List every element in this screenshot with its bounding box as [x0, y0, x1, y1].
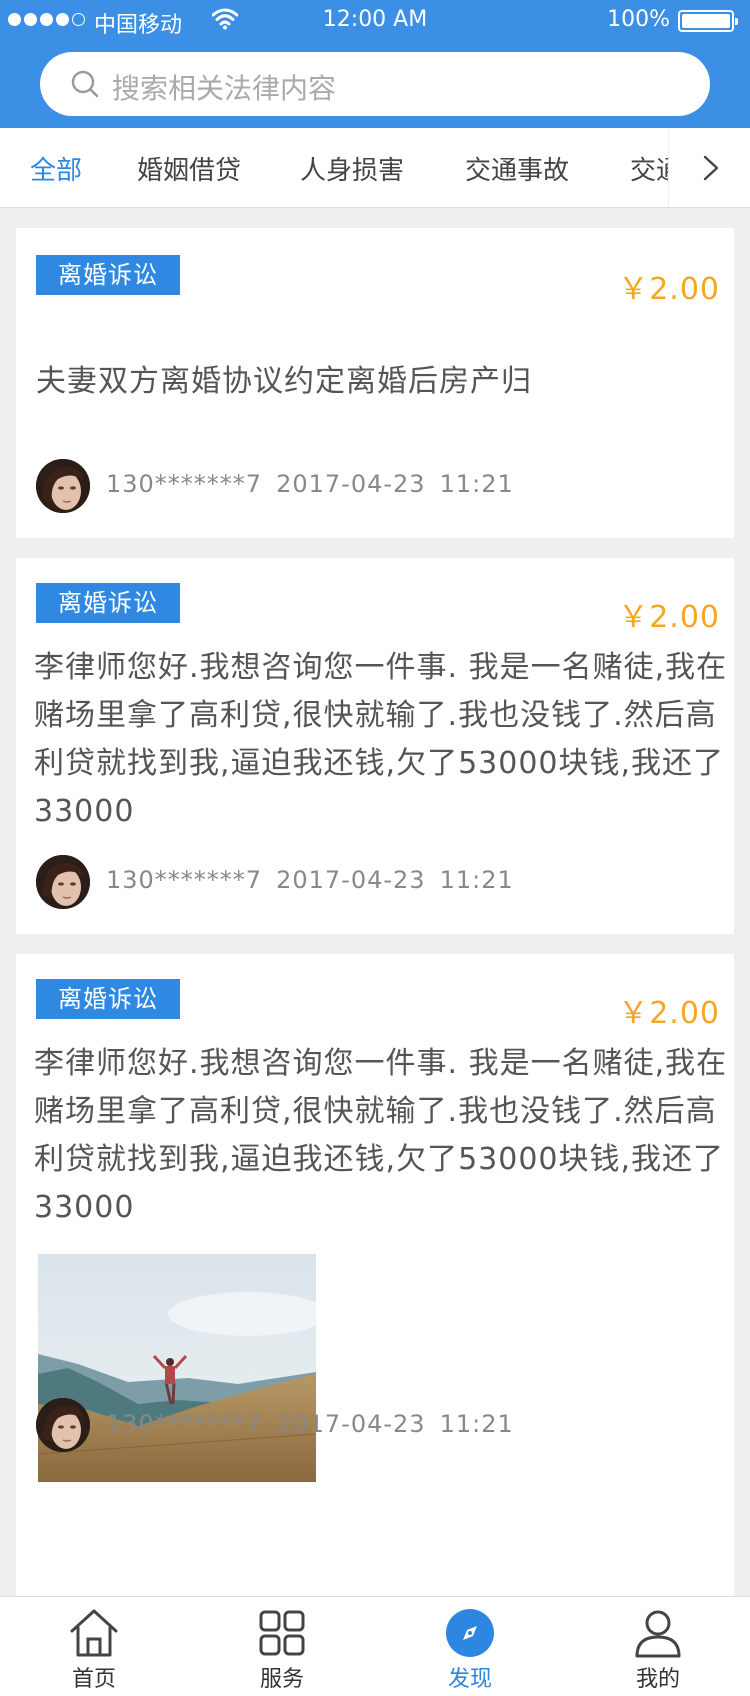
post-meta: 130*******7 2017-04-23 11:21 — [106, 1410, 528, 1438]
user-id: 130*******7 — [106, 866, 263, 894]
post-date: 2017-04-23 — [276, 1410, 426, 1438]
nav-discover[interactable]: 发现 — [376, 1597, 564, 1696]
header: 中国移动 12:00 AM 100% 搜索相关法律内容 — [0, 0, 750, 128]
post-text: 李律师您好.我想咨询您一件事. 我是一名赌徒,我在赌场里拿了高利贷,很快就输了.… — [34, 650, 728, 829]
search-icon — [71, 70, 99, 98]
nav-label: 服务 — [259, 1667, 304, 1692]
battery-icon — [678, 10, 738, 32]
post-time: 11:21 — [439, 866, 514, 894]
nav-label: 首页 — [71, 1667, 116, 1692]
post-meta: 130*******7 2017-04-23 11:21 — [106, 866, 528, 894]
tab-all[interactable]: 全部 — [30, 150, 82, 187]
chevron-right-icon[interactable] — [700, 154, 722, 182]
price-label: ￥2.00 — [618, 996, 720, 1031]
post-date: 2017-04-23 — [276, 866, 426, 894]
status-bar: 中国移动 12:00 AM 100% — [0, 0, 750, 40]
post-time: 11:21 — [439, 1410, 514, 1438]
post-text: 夫妻双方离婚协议约定离婚后房产归 — [36, 364, 532, 399]
search-input[interactable]: 搜索相关法律内容 — [40, 52, 710, 116]
user-icon — [635, 1610, 681, 1658]
category-tabs: 全部 婚姻借贷 人身损害 交通事故 交通 — [0, 128, 750, 208]
nav-label: 我的 — [635, 1667, 680, 1692]
home-icon — [70, 1609, 118, 1657]
nav-label: 发现 — [447, 1667, 492, 1692]
post-card[interactable]: 离婚诉讼 ￥2.00 李律师您好.我想咨询您一件事. 我是一名赌徒,我在赌场里拿… — [16, 558, 734, 934]
nav-home[interactable]: 首页 — [0, 1597, 188, 1696]
user-id: 130*******7 — [106, 1410, 263, 1438]
post-meta: 130*******7 2017-04-23 11:21 — [106, 470, 528, 498]
compass-icon — [446, 1609, 494, 1657]
post-time: 11:21 — [439, 470, 514, 498]
category-tag: 离婚诉讼 — [36, 583, 180, 623]
tab-traffic-accident[interactable]: 交通事故 — [465, 150, 569, 187]
tab-personal-injury[interactable]: 人身损害 — [300, 150, 404, 187]
post-date: 2017-04-23 — [276, 470, 426, 498]
post-card[interactable]: 离婚诉讼 ￥2.00 夫妻双方离婚协议约定离婚后房产归 130*******7 2… — [16, 228, 734, 538]
battery-percent: 100% — [607, 7, 670, 32]
bottom-nav: 首页 服务 发现 我的 — [0, 1596, 750, 1696]
avatar — [36, 855, 90, 909]
price-label: ￥2.00 — [618, 272, 720, 307]
avatar — [36, 459, 90, 513]
category-tag: 离婚诉讼 — [36, 255, 180, 295]
tab-marriage-loan[interactable]: 婚姻借贷 — [137, 150, 241, 187]
price-label: ￥2.00 — [618, 600, 720, 635]
post-photo[interactable] — [38, 1254, 316, 1482]
user-id: 130*******7 — [106, 470, 263, 498]
nav-mine[interactable]: 我的 — [564, 1597, 750, 1696]
nav-services[interactable]: 服务 — [188, 1597, 376, 1696]
post-card[interactable]: 离婚诉讼 ￥2.00 李律师您好.我想咨询您一件事. 我是一名赌徒,我在赌场里拿… — [16, 954, 734, 1596]
post-text: 李律师您好.我想咨询您一件事. 我是一名赌徒,我在赌场里拿了高利贷,很快就输了.… — [34, 1046, 728, 1225]
category-tag: 离婚诉讼 — [36, 979, 180, 1019]
avatar — [36, 1398, 90, 1452]
search-placeholder: 搜索相关法律内容 — [112, 72, 337, 105]
grid-icon — [259, 1610, 305, 1656]
